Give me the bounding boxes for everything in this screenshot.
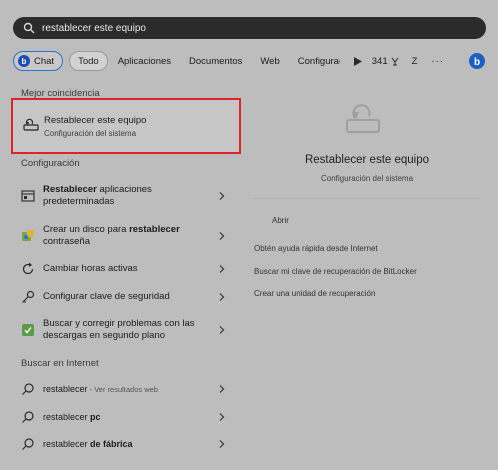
preview-subtitle: Configuración del sistema (320, 174, 414, 183)
chevron-right-icon[interactable] (219, 440, 225, 448)
search-icon (23, 22, 35, 34)
reset-pc-icon (23, 118, 39, 131)
documents-filter[interactable]: Documentos (185, 51, 246, 71)
settings-heading: Configuración (21, 158, 80, 169)
chevron-right-icon[interactable] (219, 326, 225, 334)
chevron-right-icon[interactable] (219, 232, 225, 240)
chat-filter[interactable]: b Chat (13, 51, 64, 71)
result-text: Configurar clave de seguridad (43, 291, 170, 302)
result-suffix: - Ver resultados web (87, 384, 158, 394)
search-input[interactable] (42, 22, 462, 34)
search-icon (22, 438, 34, 450)
result-text: Cambiar horas activas (43, 263, 138, 274)
web-filter[interactable]: Web (256, 51, 283, 71)
chat-label: Chat (34, 55, 55, 67)
web-result[interactable]: restablecer pc (17, 410, 225, 424)
result-text: contraseña (43, 236, 91, 247)
web-result[interactable]: restablecer de fábrica (17, 437, 225, 451)
search-icon (22, 411, 34, 423)
search-icon (22, 383, 34, 395)
copilot-icon: b (18, 55, 30, 67)
settings-result-active-hours[interactable]: Cambiar horas activas (17, 262, 225, 276)
rewards-icon (391, 57, 399, 66)
chevron-right-icon[interactable] (219, 413, 225, 421)
divider (254, 198, 480, 199)
result-text: restablecer (43, 412, 91, 422)
best-match-subtitle: Configuración del sistema (44, 129, 137, 138)
result-bold-text: pc (90, 412, 101, 422)
web-result[interactable]: restablecer - Ver resultados web (17, 382, 225, 396)
result-text: restablecer (43, 439, 91, 449)
chevron-right-icon[interactable] (219, 265, 225, 273)
open-action[interactable]: Abrir (272, 216, 289, 225)
best-match-result[interactable]: Restablecer este equipo Configuración de… (11, 98, 241, 154)
preview-title: Restablecer este equipo (304, 154, 430, 166)
settings-result-troubleshoot[interactable]: Buscar y corregir problemas con las desc… (17, 318, 225, 342)
result-text: restablecer (43, 383, 88, 394)
troubleshoot-icon (22, 324, 34, 336)
svg-text:b: b (474, 57, 480, 68)
chevron-right-icon[interactable] (219, 385, 225, 393)
result-text: Buscar y corregir problemas con las desc… (43, 318, 195, 341)
default-apps-icon (21, 190, 35, 202)
web-search-heading: Buscar en Internet (21, 358, 99, 369)
bitlocker-action[interactable]: Buscar mi clave de recuperación de BitLo… (254, 267, 417, 276)
more-options[interactable]: ··· (431, 56, 444, 67)
reset-disk-icon (22, 230, 34, 241)
result-text-prefix: Crear un disco para (43, 224, 130, 235)
key-icon (22, 290, 35, 303)
reset-pc-icon (346, 104, 380, 133)
settings-result-reset-disk[interactable]: Crear un disco para restablecer contrase… (17, 224, 225, 248)
preview-pane: Restablecer este equipo Configuración de… (248, 90, 486, 465)
chevron-right-icon[interactable] (219, 293, 225, 301)
play-icon[interactable] (353, 56, 362, 66)
settings-filter[interactable]: Configuraci (294, 51, 340, 71)
result-bold-text: restablecer (129, 224, 180, 235)
recovery-drive-action[interactable]: Crear una unidad de recuperación (254, 289, 375, 298)
rewards-points[interactable]: 341 (372, 56, 400, 67)
filter-bar: b Chat Todo Aplicaciones Documentos Web … (13, 50, 486, 72)
account-initial[interactable]: Z (412, 56, 418, 67)
result-bold-text: de fábrica (90, 439, 133, 449)
search-box[interactable] (13, 17, 486, 39)
chevron-right-icon[interactable] (219, 192, 225, 200)
refresh-icon (22, 262, 34, 275)
bing-icon[interactable]: b (469, 53, 485, 69)
result-bold-text: Restablecer (43, 184, 97, 195)
help-action[interactable]: Obtén ayuda rápida desde Internet (254, 244, 378, 253)
points-value: 341 (371, 55, 388, 67)
apps-filter[interactable]: Aplicaciones (114, 51, 175, 71)
best-match-title: Restablecer este equipo (44, 115, 147, 126)
svg-text:b: b (22, 57, 27, 66)
settings-result-security-key[interactable]: Configurar clave de seguridad (17, 290, 225, 304)
todo-filter[interactable]: Todo (69, 51, 108, 71)
settings-result-default-apps[interactable]: Restablecer aplicaciones predeterminadas (17, 184, 225, 208)
